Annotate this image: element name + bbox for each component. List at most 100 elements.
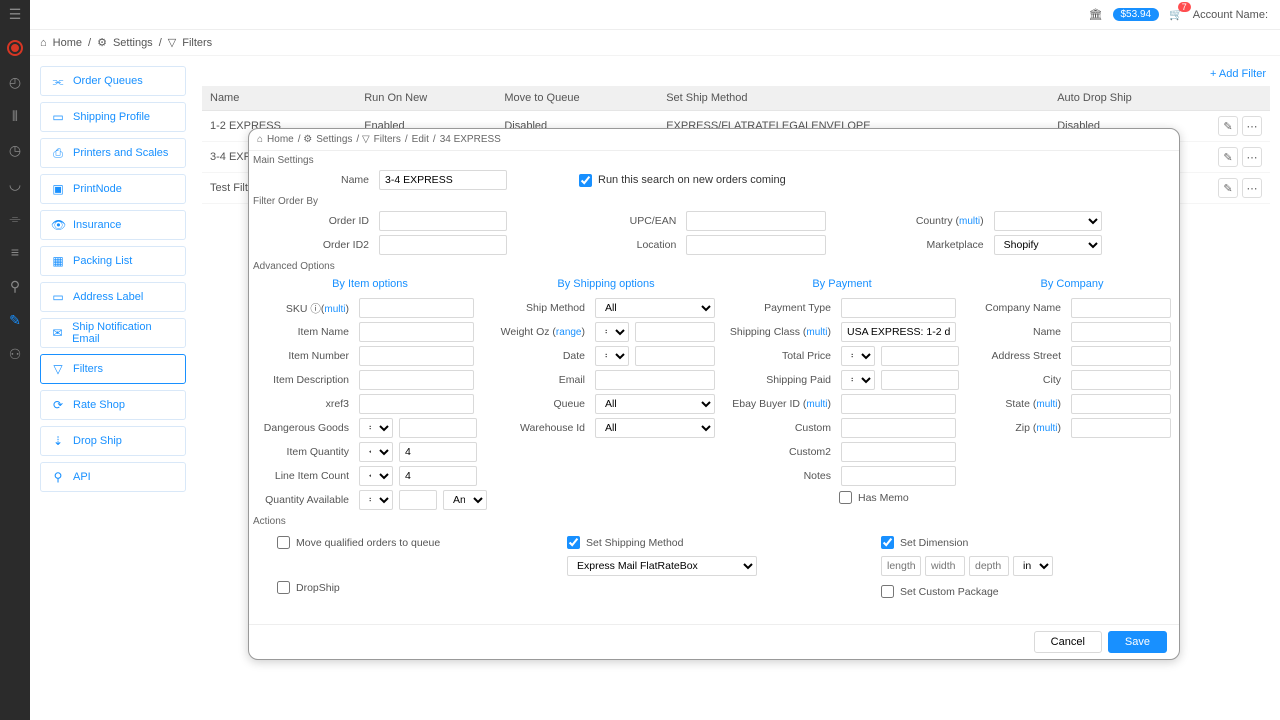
crumb-settings[interactable]: Settings <box>113 37 153 49</box>
more-button[interactable]: ⋯ <box>1242 178 1262 198</box>
qtyav-op-select[interactable]: = <box>359 490 393 510</box>
qty-op-select[interactable]: < <box>359 442 393 462</box>
order-id2-input[interactable] <box>379 235 507 255</box>
ebay-input[interactable] <box>841 394 956 414</box>
more-button[interactable]: ⋯ <box>1242 147 1262 167</box>
move-queue-checkbox[interactable] <box>277 536 290 549</box>
user-icon[interactable]: ⚇ <box>7 346 23 362</box>
date-input[interactable] <box>635 346 715 366</box>
crumb-home[interactable]: Home <box>53 37 82 49</box>
company-input[interactable] <box>1071 298 1171 318</box>
nav-api[interactable]: ⚲API <box>40 462 186 492</box>
ship-method-action-select[interactable]: Express Mail FlatRateBox <box>567 556 757 576</box>
set-dim-checkbox[interactable] <box>881 536 894 549</box>
depth-input[interactable] <box>969 556 1009 576</box>
upc-input[interactable] <box>686 211 826 231</box>
paytype-input[interactable] <box>841 298 956 318</box>
set-ship-checkbox[interactable] <box>567 536 580 549</box>
link-icon[interactable]: ⚲ <box>7 278 23 294</box>
settings-icon[interactable]: ✎ <box>7 312 23 328</box>
balance-pill[interactable]: $53.94 <box>1113 8 1160 21</box>
line-op-select[interactable]: < <box>359 466 393 486</box>
weight-op-select[interactable]: = <box>595 322 629 342</box>
cname-input[interactable] <box>1071 322 1171 342</box>
weight-input[interactable] <box>635 322 715 342</box>
nav-order-queues[interactable]: ⫘Order Queues <box>40 66 186 96</box>
email-input[interactable] <box>595 370 715 390</box>
paid-input[interactable] <box>881 370 959 390</box>
qtyav-input[interactable] <box>399 490 437 510</box>
country-select[interactable] <box>994 211 1102 231</box>
qtyav-any-select[interactable]: Any <box>443 490 487 510</box>
nav-rate-shop[interactable]: ⟳Rate Shop <box>40 390 186 420</box>
queue-select[interactable]: All <box>595 394 715 414</box>
item-desc-input[interactable] <box>359 370 474 390</box>
has-memo-checkbox[interactable] <box>839 491 852 504</box>
qty-input[interactable] <box>399 442 477 462</box>
run-new-checkbox[interactable] <box>579 174 592 187</box>
custom-pkg-checkbox[interactable] <box>881 585 894 598</box>
nav-filters[interactable]: ▽Filters <box>40 354 186 384</box>
list-icon[interactable]: ≡ <box>7 244 23 260</box>
menu-icon[interactable]: ☰ <box>7 6 23 22</box>
ebay-multi-link[interactable]: multi <box>806 399 827 410</box>
warehouse-select[interactable]: All <box>595 418 715 438</box>
shipclass-multi-link[interactable]: multi <box>806 327 827 338</box>
country-multi-link[interactable]: multi <box>959 216 980 227</box>
dashboard-icon[interactable]: ◴ <box>7 74 23 90</box>
nav-packing-list[interactable]: ▦Packing List <box>40 246 186 276</box>
item-number-input[interactable] <box>359 346 474 366</box>
nav-ship-email[interactable]: ✉Ship Notification Email <box>40 318 186 348</box>
state-input[interactable] <box>1071 394 1171 414</box>
location-input[interactable] <box>686 235 826 255</box>
save-button[interactable]: Save <box>1108 631 1167 653</box>
more-button[interactable]: ⋯ <box>1242 116 1262 136</box>
street-input[interactable] <box>1071 346 1171 366</box>
total-input[interactable] <box>881 346 959 366</box>
zip-input[interactable] <box>1071 418 1171 438</box>
dangerous-input[interactable] <box>399 418 477 438</box>
custom2-input[interactable] <box>841 442 956 462</box>
sku-multi-link[interactable]: multi <box>324 304 345 315</box>
edit-button[interactable]: ✎ <box>1218 147 1238 167</box>
nav-insurance[interactable]: 👁Insurance <box>40 210 186 240</box>
city-input[interactable] <box>1071 370 1171 390</box>
app-logo[interactable] <box>7 40 23 56</box>
nav-address-label[interactable]: ▭Address Label <box>40 282 186 312</box>
paid-op-select[interactable]: = <box>841 370 875 390</box>
dangerous-op-select[interactable]: = <box>359 418 393 438</box>
nav-printers[interactable]: ⎙Printers and Scales <box>40 138 186 168</box>
line-count-input[interactable] <box>399 466 477 486</box>
barcode-icon[interactable]: ⫴ <box>7 108 23 124</box>
nav-drop-ship[interactable]: ⇣Drop Ship <box>40 426 186 456</box>
order-id-input[interactable] <box>379 211 507 231</box>
width-input[interactable] <box>925 556 965 576</box>
name-input[interactable] <box>379 170 507 190</box>
total-op-select[interactable]: = <box>841 346 875 366</box>
date-op-select[interactable]: = <box>595 346 629 366</box>
add-filter-link[interactable]: + Add Filter <box>202 66 1270 86</box>
zip-multi-link[interactable]: multi <box>1036 423 1057 434</box>
dropship-checkbox[interactable] <box>277 581 290 594</box>
shipclass-input[interactable] <box>841 322 956 342</box>
notes-input[interactable] <box>841 466 956 486</box>
ship-method-select[interactable]: All <box>595 298 715 318</box>
cloud-icon[interactable]: ⌯ <box>7 210 23 226</box>
custom-input[interactable] <box>841 418 956 438</box>
item-name-input[interactable] <box>359 322 474 342</box>
clock-icon[interactable]: ◷ <box>7 142 23 158</box>
edit-button[interactable]: ✎ <box>1218 116 1238 136</box>
xref3-input[interactable] <box>359 394 474 414</box>
cart-icon[interactable]: 🛒7 <box>1169 8 1183 21</box>
marketplace-select[interactable]: Shopify <box>994 235 1102 255</box>
unit-select[interactable]: in <box>1013 556 1053 576</box>
gauge-icon[interactable]: ◡ <box>7 176 23 192</box>
edit-button[interactable]: ✎ <box>1218 178 1238 198</box>
sku-input[interactable] <box>359 298 474 318</box>
nav-printnode[interactable]: ▣PrintNode <box>40 174 186 204</box>
state-multi-link[interactable]: multi <box>1036 399 1057 410</box>
crumb-filters[interactable]: Filters <box>182 37 212 49</box>
length-input[interactable] <box>881 556 921 576</box>
cancel-button[interactable]: Cancel <box>1034 631 1102 653</box>
nav-shipping-profile[interactable]: ▭Shipping Profile <box>40 102 186 132</box>
